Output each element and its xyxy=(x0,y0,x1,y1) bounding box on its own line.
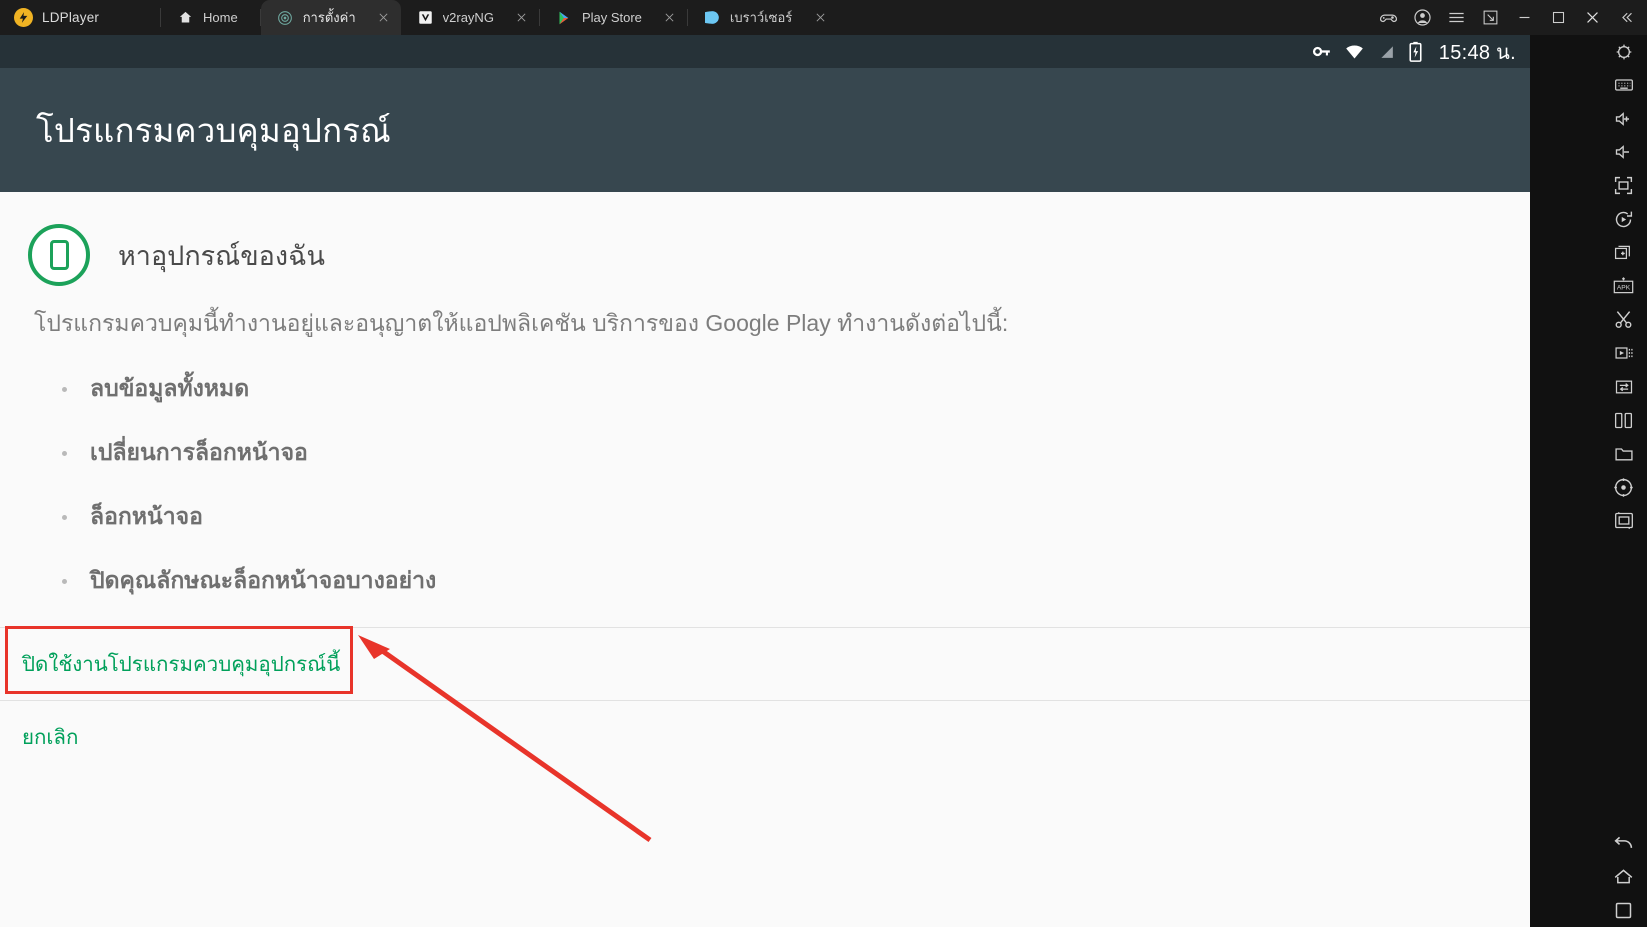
tab-label: เบราว์เซอร์ xyxy=(729,10,793,25)
find-my-device-icon xyxy=(28,224,90,286)
tab-home[interactable]: Home xyxy=(161,0,260,35)
back-icon[interactable] xyxy=(1600,827,1647,861)
account-icon[interactable] xyxy=(1405,0,1439,35)
minimize-icon[interactable] xyxy=(1507,0,1541,35)
signal-off-icon xyxy=(1377,42,1396,61)
cancel-button[interactable]: ยกเลิก xyxy=(0,701,1530,773)
phone-shape xyxy=(49,240,69,270)
v2rayng-icon xyxy=(417,9,434,26)
battery-charging-icon xyxy=(1408,41,1423,62)
tab-v2rayng[interactable]: v2rayNG xyxy=(401,0,539,35)
content-area: หาอุปกรณ์ของฉัน โปรแกรมควบคุมนี้ทำงานอยู… xyxy=(0,192,1530,774)
new-window-icon[interactable] xyxy=(1600,236,1647,270)
tab-browser[interactable]: เบราว์เซอร์ xyxy=(688,0,837,35)
tab-close-icon[interactable] xyxy=(659,7,681,29)
tab-play-store[interactable]: Play Store xyxy=(540,0,687,35)
home-icon[interactable] xyxy=(1600,860,1647,894)
svg-text:APK: APK xyxy=(1617,284,1631,291)
folder-icon[interactable] xyxy=(1600,437,1647,471)
recents-icon[interactable] xyxy=(1600,894,1647,927)
titlebar-spacer xyxy=(837,0,1371,35)
list-item: ปิดคุณลักษณะล็อกหน้าจอบางอย่าง xyxy=(0,549,1530,613)
vpn-key-icon xyxy=(1311,41,1332,62)
tab-close-icon[interactable] xyxy=(511,7,533,29)
install-apk-icon[interactable]: APK xyxy=(1600,270,1647,304)
gamepad-icon[interactable] xyxy=(1371,0,1405,35)
tab-settings[interactable]: การตั้งค่า xyxy=(260,0,401,35)
settings-gear-icon[interactable] xyxy=(1600,35,1647,69)
admin-description: โปรแกรมควบคุมนี้ทำงานอยู่และอนุญาตให้แอป… xyxy=(34,310,1009,336)
multi-instance-icon[interactable] xyxy=(1600,404,1647,438)
tab-close-icon[interactable] xyxy=(373,7,395,29)
wifi-icon xyxy=(1344,41,1365,62)
maximize-icon[interactable] xyxy=(1541,0,1575,35)
home-icon xyxy=(177,9,194,26)
status-clock: 15:48 น. xyxy=(1438,41,1516,64)
resize-icon[interactable] xyxy=(1473,0,1507,35)
android-status-bar: 15:48 น. xyxy=(0,35,1530,68)
play-store-icon xyxy=(556,9,573,26)
admin-app-name: หาอุปกรณ์ของฉัน xyxy=(118,240,325,271)
collapse-icon[interactable] xyxy=(1609,0,1643,35)
volume-up-icon[interactable] xyxy=(1600,102,1647,136)
keyboard-icon[interactable] xyxy=(1600,69,1647,103)
scissors-cut-icon[interactable] xyxy=(1600,303,1647,337)
list-item: ล็อกหน้าจอ xyxy=(0,485,1530,549)
tab-close-icon[interactable] xyxy=(809,7,831,29)
close-icon[interactable] xyxy=(1575,0,1609,35)
window-controls xyxy=(1371,0,1647,35)
app-header: โปรแกรมควบคุมอุปกรณ์ xyxy=(0,68,1530,192)
tab-label: Play Store xyxy=(581,10,642,25)
admin-app-row: หาอุปกรณ์ของฉัน xyxy=(0,192,1530,286)
browser-globe-icon xyxy=(704,9,721,26)
brand-label: LDPlayer xyxy=(42,10,100,25)
deactivate-admin-label: ปิดใช้งานโปรแกรมควบคุมอุปกรณ์นี้ xyxy=(22,652,341,676)
cancel-label: ยกเลิก xyxy=(22,725,79,749)
app-brand: LDPlayer xyxy=(0,0,160,35)
sidebar-rail: APK xyxy=(1600,35,1647,927)
ldplayer-window: LDPlayer Home การตั้งค่า v2rayNG Play St… xyxy=(0,0,1647,927)
emulator-screen: 15:48 น. โปรแกรมควบคุมอุปกรณ์ หาอุปกรณ์ข… xyxy=(0,35,1530,927)
menu-icon[interactable] xyxy=(1439,0,1473,35)
title-bar: LDPlayer Home การตั้งค่า v2rayNG Play St… xyxy=(0,0,1647,35)
deactivate-admin-button[interactable]: ปิดใช้งานโปรแกรมควบคุมอุปกรณ์นี้ xyxy=(0,628,1530,700)
ldplayer-logo-icon xyxy=(14,8,33,27)
settings-gear-icon xyxy=(277,9,294,26)
ldplayer-sidebar: APK xyxy=(1530,35,1647,927)
volume-down-icon[interactable] xyxy=(1600,136,1647,170)
video-record-icon[interactable] xyxy=(1600,337,1647,371)
page-title: โปรแกรมควบคุมอุปกรณ์ xyxy=(36,111,391,149)
location-icon[interactable] xyxy=(1600,471,1647,505)
list-item: ลบข้อมูลทั้งหมด xyxy=(0,357,1530,421)
list-item: เปลี่ยนการล็อกหน้าจอ xyxy=(0,421,1530,485)
tab-strip: Home การตั้งค่า v2rayNG Play Store เบราว… xyxy=(161,0,837,35)
screenshot-icon[interactable] xyxy=(1600,504,1647,538)
tab-label: การตั้งค่า xyxy=(302,10,356,25)
policy-list: ลบข้อมูลทั้งหมด เปลี่ยนการล็อกหน้าจอ ล็อ… xyxy=(0,339,1530,613)
rotate-icon[interactable] xyxy=(1600,203,1647,237)
file-transfer-icon[interactable] xyxy=(1600,370,1647,404)
fullscreen-icon[interactable] xyxy=(1600,169,1647,203)
tab-label: v2rayNG xyxy=(442,10,494,25)
tab-label: Home xyxy=(203,10,238,25)
